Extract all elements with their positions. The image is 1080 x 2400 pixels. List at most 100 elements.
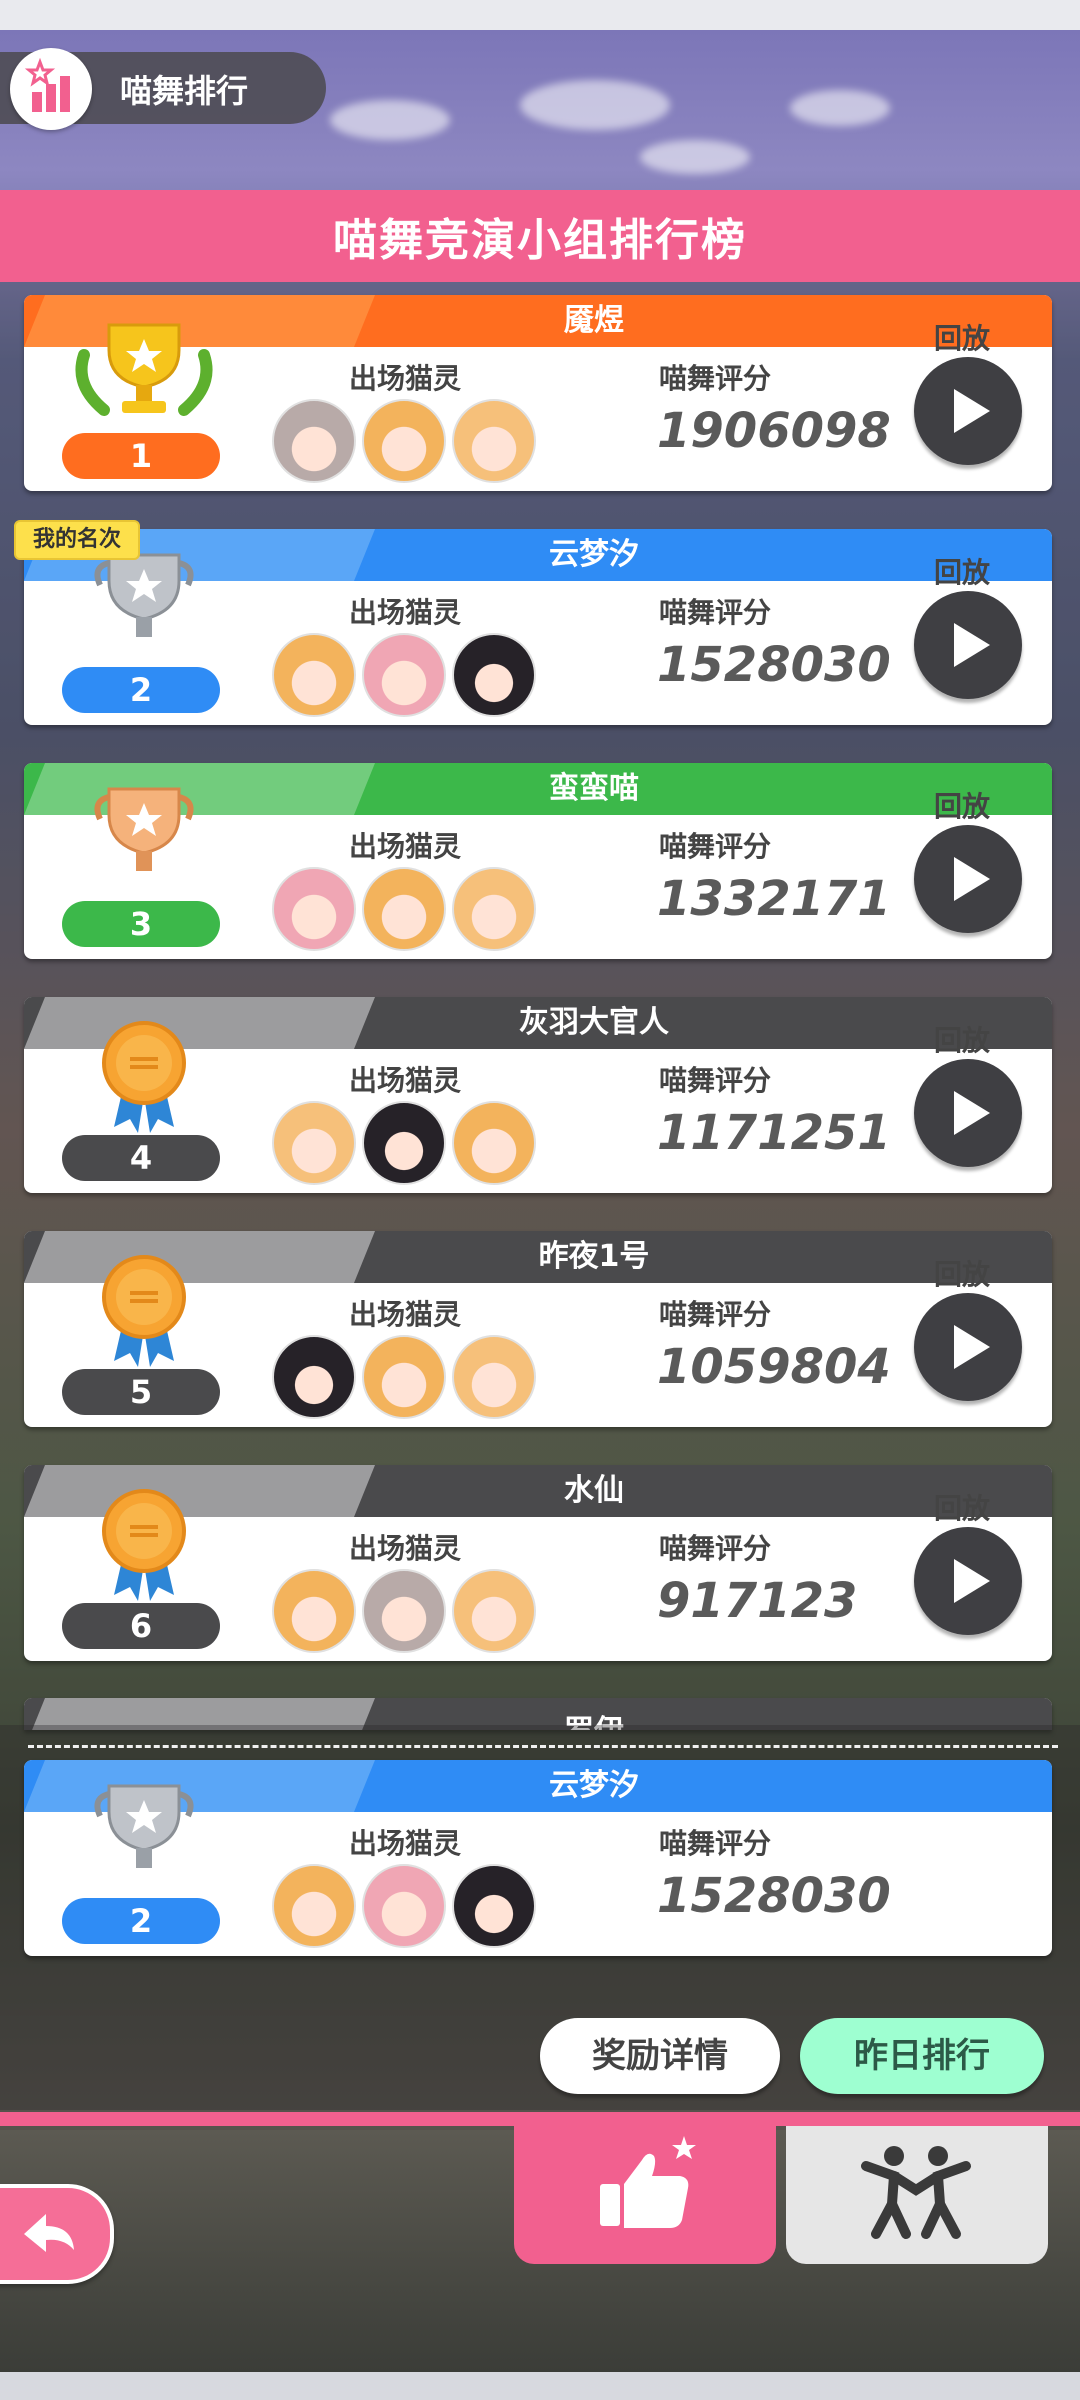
play-button[interactable] bbox=[914, 1059, 1022, 1167]
avatar bbox=[362, 867, 446, 951]
bottom-tab-bar bbox=[0, 2112, 1080, 2126]
team-name: 灰羽大官人 bbox=[519, 1005, 669, 1040]
avatar bbox=[272, 1101, 356, 1185]
rank-number: 1 bbox=[62, 433, 220, 479]
avatar bbox=[272, 633, 356, 717]
replay-label: 回放 bbox=[934, 1492, 991, 1525]
team-name: 蛮蛮喵 bbox=[549, 771, 639, 806]
score-label: 喵舞评分 bbox=[659, 1827, 772, 1860]
thumbs-up-icon bbox=[600, 2136, 696, 2228]
cats-label: 出场猫灵 bbox=[349, 1064, 462, 1097]
score-label: 喵舞评分 bbox=[659, 596, 772, 629]
team-name: 云梦汐 bbox=[549, 1768, 639, 1803]
dancers-icon bbox=[861, 2146, 971, 2239]
rank-number: 3 bbox=[62, 901, 220, 947]
gold-trophy-icon bbox=[64, 315, 224, 435]
play-icon bbox=[954, 389, 990, 433]
reward-details-button[interactable]: 奖励详情 bbox=[540, 2018, 780, 2094]
team-name: 魇煜 bbox=[564, 303, 624, 338]
rank-card-3: 蛮蛮喵 3 出场猫灵 喵舞评分 1332171 回放 bbox=[24, 763, 1052, 959]
tab-like[interactable] bbox=[514, 2126, 776, 2264]
avatar bbox=[452, 1335, 536, 1419]
team-name: 云梦汐 bbox=[549, 537, 639, 572]
dance-score: 1906098 bbox=[657, 403, 891, 459]
play-button[interactable] bbox=[914, 825, 1022, 933]
avatar bbox=[272, 399, 356, 483]
replay-label: 回放 bbox=[934, 790, 991, 823]
back-button[interactable] bbox=[0, 2184, 114, 2284]
cats-label: 出场猫灵 bbox=[349, 1298, 462, 1331]
score-label: 喵舞评分 bbox=[659, 1298, 772, 1331]
my-rank-card: 云梦汐 2 出场猫灵 喵舞评分 1528030 bbox=[24, 1760, 1052, 1956]
cats-label: 出场猫灵 bbox=[349, 830, 462, 863]
avatar bbox=[362, 1335, 446, 1419]
rank-card-4: 灰羽大官人 4 出场猫灵 喵舞评分 1171251 回放 bbox=[24, 997, 1052, 1193]
ranking-chart-icon bbox=[10, 48, 92, 130]
replay-label: 回放 bbox=[934, 322, 991, 355]
rank-card-1: 魇煜 1 出场猫灵 喵舞评分 1906098 回放 bbox=[24, 295, 1052, 491]
team-name: 昨夜1号 bbox=[538, 1239, 650, 1274]
rank-card-2: 云梦汐 2 出场猫灵 喵舞评分 1528030 回放 bbox=[24, 529, 1052, 725]
return-arrow-icon bbox=[24, 2214, 74, 2252]
avatar bbox=[272, 1335, 356, 1419]
avatar bbox=[272, 867, 356, 951]
team-name: 水仙 bbox=[564, 1473, 624, 1508]
play-button[interactable] bbox=[914, 591, 1022, 699]
dance-score: 1528030 bbox=[657, 1868, 891, 1924]
rank-number: 6 bbox=[62, 1603, 220, 1649]
dance-score: 1528030 bbox=[657, 637, 891, 693]
play-icon bbox=[954, 857, 990, 901]
play-icon bbox=[954, 1559, 990, 1603]
avatar bbox=[362, 633, 446, 717]
cat-avatars bbox=[272, 399, 542, 483]
play-button[interactable] bbox=[914, 1527, 1022, 1635]
avatar bbox=[452, 1569, 536, 1653]
play-icon bbox=[954, 1325, 990, 1369]
cats-label: 出场猫灵 bbox=[349, 1827, 462, 1860]
rank-card-5: 昨夜1号 5 出场猫灵 喵舞评分 1059804 回放 bbox=[24, 1231, 1052, 1427]
score-label: 喵舞评分 bbox=[659, 830, 772, 863]
dance-score: 1332171 bbox=[657, 871, 891, 927]
rank-card-6: 水仙 6 出场猫灵 喵舞评分 917123 回放 bbox=[24, 1465, 1052, 1661]
cat-avatars bbox=[272, 1864, 542, 1948]
avatar bbox=[452, 1101, 536, 1185]
yesterday-ranking-button[interactable]: 昨日排行 bbox=[800, 2018, 1044, 2094]
avatar bbox=[362, 1101, 446, 1185]
rank-number: 2 bbox=[62, 667, 220, 713]
cat-avatars bbox=[272, 867, 542, 951]
replay-label: 回放 bbox=[934, 1258, 991, 1291]
play-button[interactable] bbox=[914, 357, 1022, 465]
avatar bbox=[452, 1864, 536, 1948]
tab-dance[interactable] bbox=[786, 2126, 1048, 2264]
silver-trophy-icon bbox=[64, 549, 224, 669]
avatar bbox=[362, 399, 446, 483]
ribbon-medal-icon bbox=[64, 1017, 224, 1137]
replay-label: 回放 bbox=[934, 1024, 991, 1057]
play-icon bbox=[954, 623, 990, 667]
dance-score: 917123 bbox=[657, 1573, 858, 1629]
cat-avatars bbox=[272, 1335, 542, 1419]
cats-label: 出场猫灵 bbox=[349, 596, 462, 629]
my-rank-tag: 我的名次 bbox=[14, 520, 140, 560]
divider bbox=[28, 1745, 1058, 1748]
ribbon-medal-icon bbox=[64, 1251, 224, 1371]
dance-score: 1171251 bbox=[657, 1105, 891, 1161]
rank-number: 4 bbox=[62, 1135, 220, 1181]
avatar bbox=[452, 867, 536, 951]
leaderboard-banner: 喵舞竞演小组排行榜 bbox=[0, 190, 1080, 282]
avatar bbox=[272, 1864, 356, 1948]
score-label: 喵舞评分 bbox=[659, 1064, 772, 1097]
page-title: 喵舞排行 bbox=[120, 72, 249, 110]
silver-trophy-icon bbox=[64, 1780, 224, 1900]
cats-label: 出场猫灵 bbox=[349, 362, 462, 395]
avatar bbox=[272, 1569, 356, 1653]
rank-number: 5 bbox=[62, 1369, 220, 1415]
avatar bbox=[362, 1864, 446, 1948]
play-icon bbox=[954, 1091, 990, 1135]
system-nav-bar bbox=[0, 2372, 1080, 2400]
play-button[interactable] bbox=[914, 1293, 1022, 1401]
avatar bbox=[452, 399, 536, 483]
dance-score: 1059804 bbox=[657, 1339, 891, 1395]
avatar bbox=[452, 633, 536, 717]
cat-avatars bbox=[272, 633, 542, 717]
